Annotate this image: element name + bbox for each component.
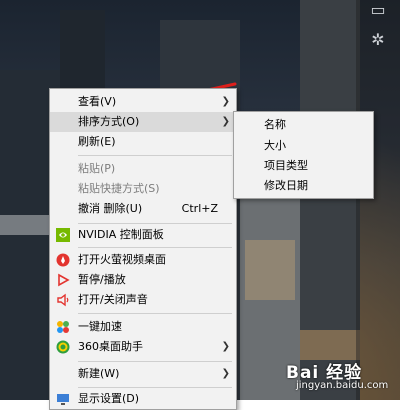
desktop-context-menu: 查看(V) ❯ 排序方式(O) ❯ 刷新(E) 粘贴(P) 粘贴快捷方式(S) … — [49, 88, 237, 410]
menu-item-paste-shortcut[interactable]: 粘贴快捷方式(S) — [50, 179, 236, 199]
submenu-item-name[interactable]: 名称 — [234, 114, 373, 135]
play-icon — [58, 273, 70, 287]
sort-by-submenu: 名称 大小 项目类型 修改日期 — [233, 111, 374, 199]
baidu-jingyan-watermark: Bai 经验 jingyan.baidu.com — [282, 358, 400, 398]
menu-item-display-settings[interactable]: 显示设置(D) — [50, 389, 236, 409]
menu-item-360-desktop-assistant[interactable]: 360桌面助手 ❯ — [50, 337, 236, 357]
chevron-right-icon: ❯ — [221, 116, 230, 127]
menu-item-refresh[interactable]: 刷新(E) — [50, 132, 236, 152]
menu-item-label: 排序方式(O) — [78, 115, 140, 128]
menu-item-label: 显示设置(D) — [78, 392, 140, 405]
menu-item-label: 查看(V) — [78, 95, 117, 108]
menu-item-one-click-boost[interactable]: 一键加速 — [50, 317, 236, 337]
settings-icon[interactable]: ✲ — [368, 30, 388, 50]
menu-item-undo-delete[interactable]: 撤消 删除(U) Ctrl+Z — [50, 199, 236, 219]
menu-separator — [78, 361, 232, 362]
menu-item-view[interactable]: 查看(V) ❯ — [50, 92, 236, 112]
lit-windows — [300, 330, 360, 360]
boost-icon — [57, 321, 69, 333]
menu-item-sort-by[interactable]: 排序方式(O) ❯ — [50, 112, 236, 132]
menu-item-label: 粘贴(P) — [78, 162, 116, 175]
menu-separator — [78, 387, 232, 388]
huoying-icon — [56, 253, 70, 267]
menu-item-label: 新建(W) — [78, 367, 120, 380]
window-icon[interactable]: ▭ — [368, 0, 388, 20]
display-icon — [57, 394, 69, 405]
menu-item-pause-play[interactable]: 暂停/播放 — [50, 270, 236, 290]
menu-item-label: 撤消 删除(U) — [78, 202, 143, 215]
menu-item-label: 暂停/播放 — [78, 273, 126, 286]
watermark-url: jingyan.baidu.com — [296, 380, 389, 391]
menu-separator — [78, 155, 232, 156]
chevron-right-icon: ❯ — [221, 96, 230, 107]
menu-item-label: 打开火萤视频桌面 — [78, 253, 166, 266]
menu-separator — [78, 247, 232, 248]
menu-item-nvidia-control-panel[interactable]: NVIDIA 控制面板 — [50, 225, 236, 245]
menu-item-label: 一键加速 — [78, 320, 122, 333]
menu-item-new[interactable]: 新建(W) ❯ — [50, 364, 236, 384]
menu-item-label: NVIDIA 控制面板 — [78, 228, 164, 241]
menu-item-label: 大小 — [264, 139, 286, 152]
speaker-icon — [57, 293, 69, 307]
menu-item-label: 名称 — [264, 118, 286, 131]
side-strip: ▭ ✲ — [356, 0, 400, 400]
menu-item-toggle-sound[interactable]: 打开/关闭声音 — [50, 290, 236, 310]
lit-windows — [0, 215, 50, 235]
submenu-item-size[interactable]: 大小 — [234, 135, 373, 156]
chevron-right-icon: ❯ — [221, 368, 230, 379]
menu-item-label: 修改日期 — [264, 179, 308, 192]
submenu-item-date-modified[interactable]: 修改日期 — [234, 175, 373, 196]
menu-item-label: 360桌面助手 — [78, 340, 143, 353]
menu-item-label: 项目类型 — [264, 159, 308, 172]
menu-item-label: 打开/关闭声音 — [78, 293, 148, 306]
menu-separator — [78, 223, 232, 224]
lit-windows — [245, 240, 295, 300]
menu-item-shortcut: Ctrl+Z — [181, 202, 218, 215]
submenu-item-type[interactable]: 项目类型 — [234, 155, 373, 176]
nvidia-icon — [56, 228, 70, 242]
menu-item-paste[interactable]: 粘贴(P) — [50, 159, 236, 179]
360-icon — [56, 340, 70, 354]
menu-item-label: 刷新(E) — [78, 135, 116, 148]
menu-separator — [78, 313, 232, 314]
menu-item-label: 粘贴快捷方式(S) — [78, 182, 160, 195]
chevron-right-icon: ❯ — [221, 341, 230, 352]
menu-item-open-video-desktop[interactable]: 打开火萤视频桌面 — [50, 250, 236, 270]
